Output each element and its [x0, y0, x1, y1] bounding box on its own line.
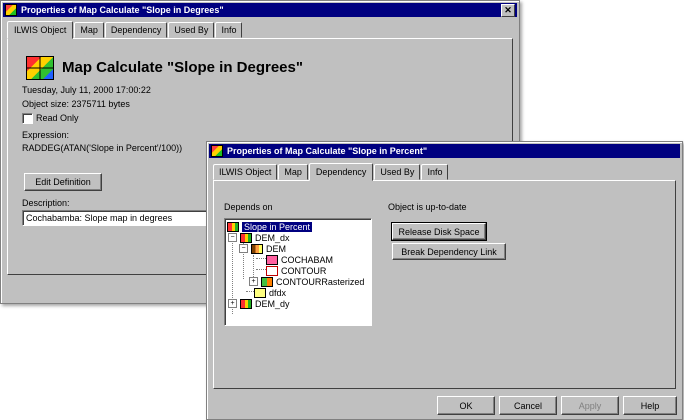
tab-map[interactable]: Map — [278, 164, 308, 180]
tab-used-by[interactable]: Used By — [374, 164, 421, 180]
filter-icon — [254, 287, 266, 298]
read-only-checkbox[interactable] — [22, 113, 33, 124]
front-window-title: Properties of Map Calculate "Slope in Pe… — [227, 146, 428, 156]
ilwis-app-icon-front — [211, 145, 223, 157]
object-heading: Map Calculate "Slope in Degrees" — [62, 59, 303, 76]
object-date: Tuesday, July 11, 2000 17:00:22 — [22, 85, 151, 95]
apply-button[interactable]: Apply — [561, 396, 619, 415]
tab-info[interactable]: Info — [421, 164, 449, 180]
up-to-date-status: Object is up-to-date — [388, 202, 467, 212]
tab-used-by[interactable]: Used By — [168, 22, 215, 38]
raster-map-icon — [261, 276, 273, 287]
front-title-bar[interactable]: Properties of Map Calculate "Slope in Pe… — [209, 144, 680, 158]
tree-node-dfdx[interactable]: dfdx — [254, 287, 286, 298]
ilwis-app-icon — [5, 4, 17, 16]
read-only-label: Read Only — [36, 113, 79, 123]
expand-icon[interactable]: + — [249, 277, 258, 286]
ok-button[interactable]: OK — [437, 396, 495, 415]
map-icon — [227, 221, 239, 232]
front-properties-window: Properties of Map Calculate "Slope in Pe… — [206, 141, 683, 420]
tree-node-dem[interactable]: − DEM — [239, 243, 286, 254]
release-disk-space-button[interactable]: Release Disk Space — [391, 222, 487, 241]
expand-icon[interactable]: + — [228, 299, 237, 308]
map-icon — [240, 232, 252, 243]
depends-on-label: Depends on — [224, 202, 273, 212]
edit-definition-button[interactable]: Edit Definition — [24, 173, 102, 191]
tree-node-dem-dx[interactable]: − DEM_dx — [228, 232, 290, 243]
tree-node-contour[interactable]: CONTOUR — [266, 265, 326, 276]
dependency-tree[interactable]: Slope in Percent − DEM_dx − DEM COCHABAM… — [224, 218, 372, 326]
description-label: Description: — [22, 198, 70, 208]
tree-node-root[interactable]: Slope in Percent — [227, 221, 313, 232]
expression-value: RADDEG(ATAN('Slope in Percent'/100)) — [22, 143, 183, 153]
tree-node-cochabam[interactable]: COCHABAM — [266, 254, 333, 265]
object-size: Object size: 2375711 bytes — [22, 99, 130, 109]
tree-node-dem-dy[interactable]: + DEM_dy — [228, 298, 290, 309]
map-calculate-icon — [26, 56, 54, 80]
segment-map-icon — [266, 265, 278, 276]
expression-label: Expression: — [22, 130, 70, 140]
break-dependency-link-button[interactable]: Break Dependency Link — [392, 243, 506, 260]
tab-ilwis-object[interactable]: ILWIS Object — [7, 21, 74, 39]
collapse-icon[interactable]: − — [228, 233, 237, 242]
dem-map-icon — [251, 243, 263, 254]
tab-map[interactable]: Map — [74, 22, 104, 38]
tab-dependency[interactable]: Dependency — [104, 22, 168, 38]
close-icon[interactable]: ✕ — [501, 4, 515, 17]
tree-node-contour-rasterized[interactable]: + CONTOURRasterized — [249, 276, 364, 287]
help-button[interactable]: Help — [623, 396, 677, 415]
back-tab-strip: ILWIS Object Map Dependency Used By Info — [7, 21, 243, 39]
map-icon — [240, 298, 252, 309]
cancel-button[interactable]: Cancel — [499, 396, 557, 415]
front-tab-strip: ILWIS Object Map Dependency Used By Info — [213, 163, 449, 181]
back-title-bar[interactable]: Properties of Map Calculate "Slope in De… — [3, 3, 517, 17]
tab-dependency[interactable]: Dependency — [308, 163, 374, 181]
raster-map-icon — [266, 254, 278, 265]
front-tab-panel: Depends on Object is up-to-date Slope in… — [213, 180, 676, 389]
tab-ilwis-object[interactable]: ILWIS Object — [213, 164, 278, 180]
tab-info[interactable]: Info — [215, 22, 243, 38]
collapse-icon[interactable]: − — [239, 244, 248, 253]
description-field[interactable]: Cochabamba: Slope map in degrees — [22, 210, 230, 226]
back-window-title: Properties of Map Calculate "Slope in De… — [21, 5, 224, 15]
